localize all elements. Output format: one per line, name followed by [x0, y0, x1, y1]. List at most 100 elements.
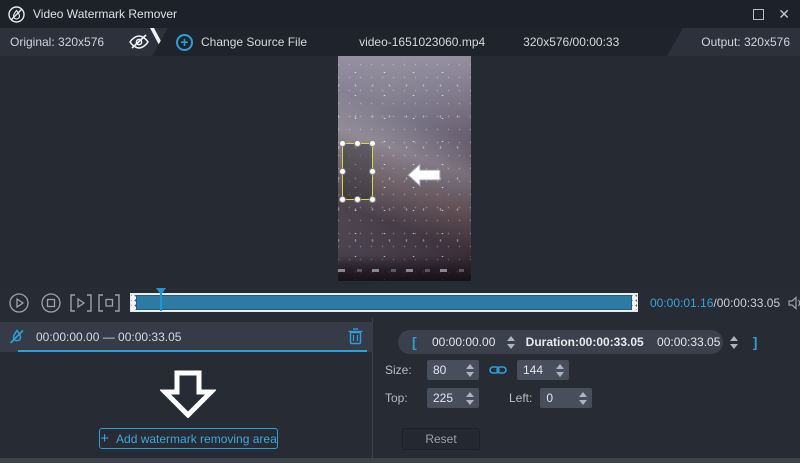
- resize-handle-middle-right[interactable]: [369, 168, 376, 175]
- left-label: Left:: [509, 391, 532, 405]
- size-label: Size:: [385, 363, 427, 377]
- step-up-icon[interactable]: [507, 336, 515, 341]
- trim-open-bracket: [: [412, 334, 417, 350]
- current-time: 00:00:01.16: [650, 296, 713, 310]
- watermark-selection-box[interactable]: [342, 143, 373, 200]
- step-up-icon[interactable]: [466, 392, 474, 397]
- step-up-icon[interactable]: [466, 364, 474, 369]
- play-button[interactable]: [8, 292, 30, 314]
- size-height-stepper[interactable]: [554, 364, 569, 377]
- stop-icon: [41, 293, 61, 313]
- resize-handle-top-right[interactable]: [369, 140, 376, 147]
- delete-watermark-icon[interactable]: [348, 328, 363, 345]
- app-window: Video Watermark Remover ✕ Original: 320x…: [0, 0, 800, 463]
- eye-slash-icon: [128, 32, 150, 51]
- step-up-icon[interactable]: [579, 392, 587, 397]
- end-time-stepper[interactable]: [728, 336, 743, 349]
- playhead-marker[interactable]: [160, 289, 162, 311]
- trim-close-bracket: ]: [753, 334, 758, 350]
- start-time-field[interactable]: 00:00:00.00: [423, 332, 520, 352]
- add-watermark-area-button[interactable]: + Add watermark removing area: [99, 428, 278, 449]
- bracket-stop-icon: [98, 294, 120, 312]
- video-preview[interactable]: [338, 56, 471, 281]
- step-down-icon[interactable]: [507, 344, 515, 349]
- change-source-button[interactable]: Change Source File: [201, 35, 307, 49]
- toolbar-center: + Change Source File video-1651023060.mp…: [176, 28, 619, 56]
- resize-handle-bottom-right[interactable]: [369, 196, 376, 203]
- watermark-editor-panel: [ 00:00:00.00 Duration:00:00:33.05 00:00…: [373, 318, 799, 458]
- top-value[interactable]: 225: [427, 391, 464, 405]
- top-label: Top:: [385, 391, 427, 405]
- resize-handle-middle-left[interactable]: [339, 168, 346, 175]
- toolbar: Original: 320x576 + Change Source File v…: [0, 28, 800, 56]
- timecode-display: 00:00:01.16 / 00:00:33.05: [650, 287, 800, 318]
- play-segment-button[interactable]: [70, 292, 92, 314]
- watermark-list-panel: 00:00:00.00 — 00:00:33.05 + Add watermar…: [0, 318, 373, 458]
- left-field[interactable]: 0: [540, 388, 592, 408]
- bracket-play-icon: [70, 294, 92, 312]
- left-value[interactable]: 0: [540, 391, 577, 405]
- watermark-area-item[interactable]: 00:00:00.00 — 00:00:33.05: [0, 322, 373, 352]
- close-button[interactable]: ✕: [778, 9, 790, 20]
- link-dimensions-icon[interactable]: [489, 364, 507, 376]
- left-stepper[interactable]: [577, 392, 592, 405]
- size-height-field[interactable]: 144: [517, 360, 569, 380]
- step-up-icon[interactable]: [730, 336, 738, 341]
- stop-segment-button[interactable]: [98, 292, 120, 314]
- timeline-start-handle[interactable]: [131, 295, 136, 310]
- preview-stage: [0, 56, 800, 287]
- step-down-icon[interactable]: [730, 344, 738, 349]
- top-field[interactable]: 225: [427, 388, 479, 408]
- end-time-value[interactable]: 00:00:33.05: [650, 335, 728, 349]
- window-controls: ✕: [753, 0, 800, 28]
- total-time: 00:00:33.05: [717, 296, 780, 310]
- top-stepper[interactable]: [464, 392, 479, 405]
- watermark-drop-icon: [8, 328, 26, 346]
- step-down-icon[interactable]: [466, 372, 474, 377]
- size-width-field[interactable]: 80: [427, 360, 479, 380]
- size-width-stepper[interactable]: [464, 364, 479, 377]
- output-resolution-label: Output: 320x576: [701, 35, 790, 49]
- resize-handle-bottom-center[interactable]: [354, 196, 361, 203]
- item-active-underline: [18, 350, 367, 352]
- source-filename: video-1651023060.mp4: [359, 35, 485, 49]
- volume-icon[interactable]: [788, 296, 800, 310]
- duration-label: Duration:00:00:33.05: [526, 335, 644, 349]
- annotation-arrow-left-icon: [407, 163, 441, 187]
- maximize-button[interactable]: [753, 9, 764, 20]
- resize-handle-top-left[interactable]: [339, 140, 346, 147]
- timeline-end-handle[interactable]: [632, 295, 637, 310]
- plus-icon: +: [100, 431, 109, 446]
- window-bottom-edge: [0, 458, 800, 463]
- trim-range-control: [ 00:00:00.00 Duration:00:00:33.05 00:00…: [398, 330, 723, 354]
- app-logo-icon: [8, 6, 25, 23]
- step-down-icon[interactable]: [556, 372, 564, 377]
- bottom-area: 00:00:00.00 — 00:00:33.05 + Add watermar…: [0, 318, 800, 458]
- tab-edge-decoration: [149, 26, 171, 60]
- reset-button[interactable]: Reset: [402, 428, 480, 450]
- add-watermark-area-label: Add watermark removing area: [116, 432, 277, 446]
- size-width-value[interactable]: 80: [427, 363, 464, 377]
- horizon-decoration: [338, 255, 471, 281]
- preview-toggle[interactable]: [128, 32, 150, 51]
- watermark-time-range: 00:00:00.00 — 00:00:33.05: [36, 330, 181, 344]
- start-time-value[interactable]: 00:00:00.00: [423, 335, 505, 349]
- original-resolution-label: Original: 320x576: [10, 35, 104, 49]
- resize-handle-bottom-left[interactable]: [339, 196, 346, 203]
- titlebar: Video Watermark Remover ✕: [0, 0, 800, 28]
- position-row: Top: 225 Left: 0: [383, 388, 592, 408]
- window-title: Video Watermark Remover: [33, 7, 177, 21]
- step-up-icon[interactable]: [556, 364, 564, 369]
- step-down-icon[interactable]: [579, 400, 587, 405]
- step-down-icon[interactable]: [466, 400, 474, 405]
- end-time-field[interactable]: 00:00:33.05: [650, 332, 743, 352]
- playback-controls: 00:00:01.16 / 00:00:33.05: [0, 287, 800, 318]
- start-time-stepper[interactable]: [505, 336, 520, 349]
- timeline-track[interactable]: [130, 293, 638, 312]
- stop-button[interactable]: [40, 292, 62, 314]
- resize-handle-top-center[interactable]: [354, 140, 361, 147]
- size-height-value[interactable]: 144: [517, 363, 554, 377]
- play-icon: [9, 293, 29, 313]
- change-source-icon[interactable]: +: [176, 34, 193, 51]
- timeline-selected-range: [136, 295, 632, 310]
